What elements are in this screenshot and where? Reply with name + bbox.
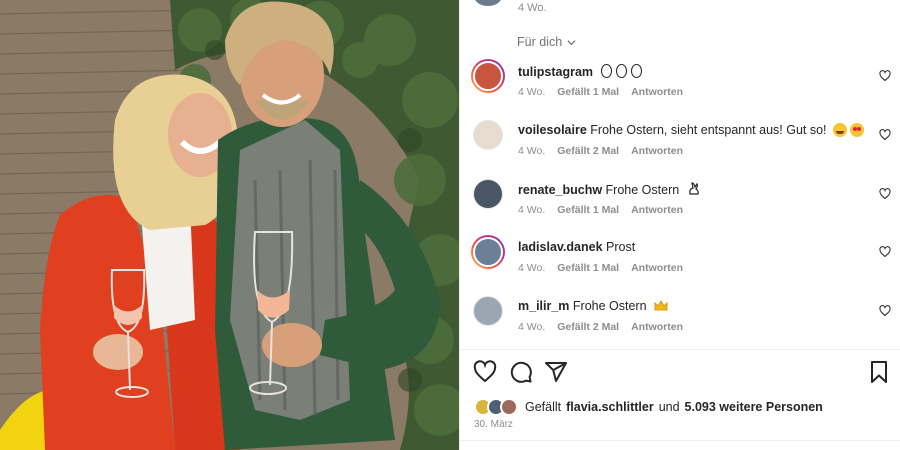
post-photo[interactable] [0, 0, 459, 450]
comment-meta: 4 Wo. Gefällt 2 Mal Antworten [518, 145, 683, 157]
empty-circle-emoji [600, 64, 612, 78]
previous-comment-time: 4 Wo. [518, 2, 547, 14]
comment-avatar[interactable] [471, 177, 505, 211]
comment-meta: 4 Wo. Gefällt 1 Mal Antworten [518, 262, 683, 274]
comment-avatar[interactable] [471, 294, 505, 328]
empty-circle-emoji [630, 64, 642, 78]
comment-line: ladislav.danek Prost [518, 240, 635, 254]
comment-avatar[interactable] [471, 118, 505, 152]
comment-like-count[interactable]: Gefällt 1 Mal [557, 86, 619, 98]
post-photo-image [0, 0, 459, 450]
likes-prefix: Gefällt [525, 400, 562, 414]
avatar-image [473, 296, 503, 326]
comment-time[interactable]: 4 Wo. [518, 262, 545, 274]
reply-button[interactable]: Antworten [631, 262, 683, 274]
comment-text: Frohe Ostern, sieht entspannt aus! Gut s… [590, 123, 827, 137]
reply-button[interactable]: Antworten [631, 86, 683, 98]
comment-time[interactable]: 4 Wo. [518, 204, 545, 216]
comment-avatar[interactable] [471, 59, 505, 93]
comment-sort-label: Für dich [517, 35, 563, 49]
divider [460, 440, 900, 441]
comment-like-count[interactable]: Gefällt 1 Mal [557, 262, 619, 274]
comment-avatar[interactable] [471, 235, 505, 269]
share-icon[interactable] [544, 360, 568, 384]
comment-like-count[interactable]: Gefällt 2 Mal [557, 145, 619, 157]
chevron-down-icon [567, 39, 576, 45]
comment-icon[interactable] [509, 360, 533, 384]
comment-username[interactable]: m_ilir_m [518, 299, 569, 313]
likes-summary: Gefällt flavia.schlittler und 5.093 weit… [474, 398, 823, 416]
comment-text: Frohe Ostern [605, 183, 680, 197]
empty-circle-emoji [615, 64, 627, 78]
reply-button[interactable]: Antworten [631, 321, 683, 333]
comment-username[interactable]: ladislav.danek [518, 240, 603, 254]
comment-username[interactable]: tulipstagram [518, 65, 593, 79]
comment-line: voilesolaire Frohe Ostern, sieht entspan… [518, 123, 865, 137]
heart-icon[interactable] [879, 305, 891, 317]
comments-pane: 4 Wo. Für dich tulipstagram 4 Wo. Gefäll… [459, 0, 900, 450]
avatar-image [473, 120, 503, 150]
post-action-bar [460, 360, 900, 386]
divider [460, 349, 900, 350]
comment-item: ladislav.danek Prost 4 Wo. Gefällt 1 Mal… [460, 235, 900, 293]
post-date[interactable]: 30. März [474, 419, 513, 430]
comment-sort-dropdown[interactable]: Für dich [517, 35, 576, 49]
comment-meta: 4 Wo. Gefällt 1 Mal Antworten [518, 86, 683, 98]
avatar-image [473, 237, 503, 267]
like-heart-icon[interactable] [473, 360, 497, 384]
comment-time[interactable]: 4 Wo. [518, 145, 545, 157]
liker-username[interactable]: flavia.schlittler [566, 400, 654, 414]
rabbit-emoji [688, 182, 699, 195]
likes-count[interactable]: 5.093 weitere Personen [685, 400, 823, 414]
comment-time[interactable]: 4 Wo. [518, 86, 545, 98]
comment-text: Frohe Ostern [572, 299, 647, 313]
heart-icon[interactable] [879, 129, 891, 141]
previous-comment-avatar[interactable] [474, 0, 502, 6]
comment-item: tulipstagram 4 Wo. Gefällt 1 Mal Antwort… [460, 59, 900, 117]
grin-face-emoji [833, 123, 848, 137]
comment-time[interactable]: 4 Wo. [518, 321, 545, 333]
comment-line: m_ilir_m Frohe Ostern [518, 299, 668, 313]
avatar-image [473, 61, 503, 91]
comment-item: voilesolaire Frohe Ostern, sieht entspan… [460, 118, 900, 176]
comment-like-count[interactable]: Gefällt 2 Mal [557, 321, 619, 333]
avatar-image [473, 179, 503, 209]
comment-line: renate_buchw Frohe Ostern [518, 182, 701, 197]
reply-button[interactable]: Antworten [631, 145, 683, 157]
liker-avatars[interactable] [474, 398, 520, 416]
heart-icon[interactable] [879, 188, 891, 200]
comment-meta: 4 Wo. Gefällt 1 Mal Antworten [518, 204, 683, 216]
comment-like-count[interactable]: Gefällt 1 Mal [557, 204, 619, 216]
heart-icon[interactable] [879, 70, 891, 82]
reply-button[interactable]: Antworten [631, 204, 683, 216]
heart-eyes-emoji [850, 123, 865, 137]
comment-meta: 4 Wo. Gefällt 2 Mal Antworten [518, 321, 683, 333]
heart-icon[interactable] [879, 246, 891, 258]
comment-item: m_ilir_m Frohe Ostern 4 Wo. Gefällt 2 Ma… [460, 294, 900, 352]
liker-avatar [500, 398, 518, 416]
crown-emoji [654, 300, 668, 311]
comment-line: tulipstagram [518, 64, 642, 79]
comment-username[interactable]: renate_buchw [518, 183, 602, 197]
bookmark-icon[interactable] [867, 360, 891, 384]
comment-text: Prost [606, 240, 636, 254]
comment-username[interactable]: voilesolaire [518, 123, 587, 137]
comment-item: renate_buchw Frohe Ostern 4 Wo. Gefällt … [460, 177, 900, 235]
likes-connector: und [658, 400, 680, 414]
